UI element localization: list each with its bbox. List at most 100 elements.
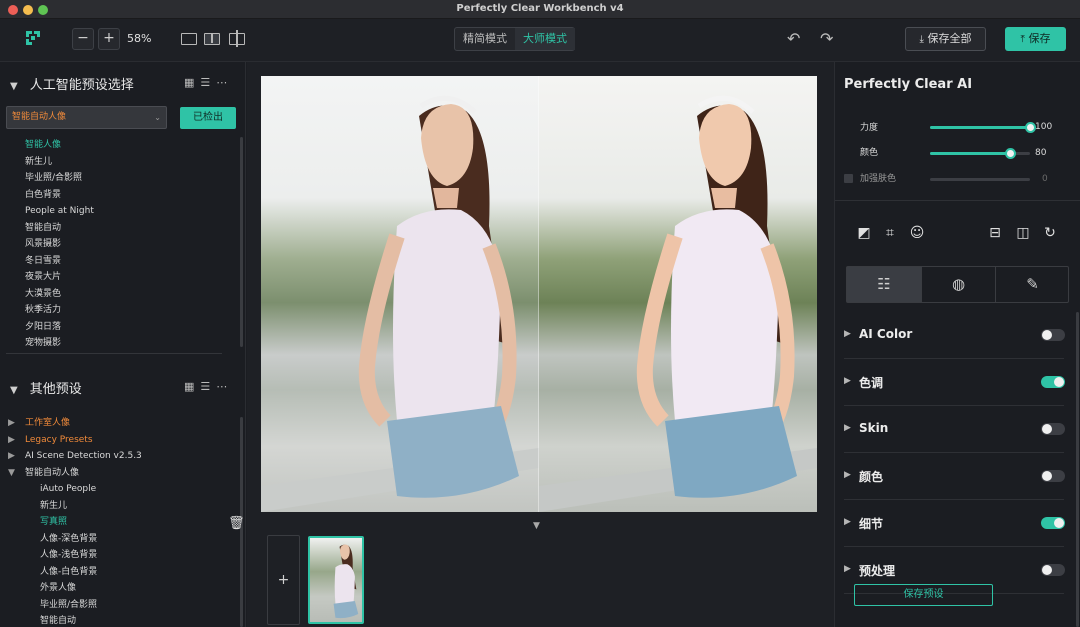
- trash-icon[interactable]: 🗑: [228, 516, 245, 531]
- adjustment-section[interactable]: ▶ 颜色: [844, 453, 1065, 500]
- preset-item[interactable]: 宠物摄影: [25, 335, 94, 352]
- after-portrait: [539, 95, 817, 512]
- ai-preset-section-header[interactable]: ▼ 人工智能预设选择: [10, 74, 134, 93]
- tree-item[interactable]: 人像-浅色背景: [8, 547, 142, 564]
- zoom-out-button[interactable]: −: [72, 28, 94, 50]
- simple-mode-tab[interactable]: 精简模式: [455, 28, 515, 50]
- section-toggle[interactable]: [1041, 329, 1065, 341]
- section-toggle[interactable]: [1041, 423, 1065, 435]
- single-view-icon[interactable]: [181, 33, 197, 45]
- expanded-icon[interactable]: ▼: [8, 465, 25, 482]
- crop-icon[interactable]: ⌗: [882, 225, 898, 241]
- tree-item[interactable]: iAuto People: [8, 481, 142, 498]
- tree-item-label: 工作室人像: [25, 418, 71, 428]
- tree-item[interactable]: 人像-深色背景: [8, 531, 142, 548]
- section-toggle[interactable]: [1041, 517, 1065, 529]
- undo-icon[interactable]: ↶: [787, 29, 800, 48]
- adjustment-section[interactable]: ▶ AI Color: [844, 312, 1065, 359]
- zoom-in-button[interactable]: +: [98, 28, 120, 50]
- tree-item[interactable]: 外景人像: [8, 580, 142, 597]
- ai-preset-view-icons[interactable]: ▦☰⋯: [184, 76, 233, 89]
- section-toggle[interactable]: [1041, 376, 1065, 388]
- ai-preset-list: 智能人像 新生儿 毕业照/合影照 白色背景 People at Night 智能自动 风景摄…: [25, 137, 94, 352]
- preset-item[interactable]: 秋季活力: [25, 302, 94, 319]
- collapse-filmstrip-icon[interactable]: ▼: [533, 521, 540, 531]
- section-toggle[interactable]: [1041, 564, 1065, 576]
- preset-item[interactable]: 白色背景: [25, 187, 94, 204]
- panel-divider: [835, 200, 1080, 201]
- adjustment-section[interactable]: ▶ Skin: [844, 406, 1065, 453]
- window-title: Perfectly Clear Workbench v4: [456, 3, 624, 14]
- retouch-tab-icon[interactable]: ✎: [995, 267, 1069, 302]
- compare-view-icon[interactable]: [229, 30, 245, 47]
- adjustments-tab-icon[interactable]: ☷: [847, 267, 921, 302]
- preset-item[interactable]: 夕阳日落: [25, 319, 94, 336]
- save-preset-button[interactable]: 保存预设: [854, 584, 993, 606]
- image-canvas[interactable]: [261, 76, 817, 512]
- split-view-icon[interactable]: [204, 33, 220, 45]
- flip-vertical-icon[interactable]: ⊟: [987, 225, 1003, 241]
- save-all-button[interactable]: ⤓ 保存全部: [905, 27, 986, 51]
- tree-item[interactable]: ▼ 智能自动人像: [8, 465, 142, 482]
- enhance-skin-label: 加强肤色: [860, 174, 897, 184]
- looks-tab-icon[interactable]: ◍: [921, 267, 995, 302]
- tree-item[interactable]: ▶ AI Scene Detection v2.5.3: [8, 448, 142, 465]
- section-toggle[interactable]: [1041, 470, 1065, 482]
- curves-icon[interactable]: ◩: [856, 225, 872, 241]
- tree-item[interactable]: 写真照: [8, 514, 142, 531]
- preset-item[interactable]: 毕业照/合影照: [25, 170, 94, 187]
- preset-item[interactable]: 大漠景色: [25, 286, 94, 303]
- tree-item[interactable]: 毕业照/合影照: [8, 597, 142, 614]
- strength-label: 力度: [860, 123, 879, 133]
- tree-item[interactable]: 智能自动: [8, 613, 142, 627]
- master-mode-tab[interactable]: 大师模式: [515, 28, 575, 50]
- face-icon[interactable]: ☺: [909, 225, 925, 241]
- tree-item[interactable]: ▶ 工作室人像: [8, 415, 142, 432]
- right-panel-scrollbar[interactable]: [1076, 312, 1079, 627]
- other-preset-view-icons[interactable]: ▦☰⋯: [184, 380, 233, 393]
- adjustment-section[interactable]: ▶ 色调: [844, 359, 1065, 406]
- save-label: 保存: [1028, 32, 1051, 45]
- preset-item[interactable]: 智能自动: [25, 220, 94, 237]
- preset-item[interactable]: 新生儿: [25, 154, 94, 171]
- enhance-skin-slider[interactable]: [930, 178, 1030, 181]
- expand-icon[interactable]: ▶: [844, 517, 851, 527]
- expand-icon[interactable]: ▶: [844, 470, 851, 480]
- adjustment-section[interactable]: ▶ 细节: [844, 500, 1065, 547]
- collapsed-icon[interactable]: ▶: [8, 448, 25, 465]
- panel-title: Perfectly Clear AI: [844, 77, 973, 92]
- expand-icon[interactable]: ▶: [844, 376, 851, 386]
- tree-item-label: 外景人像: [40, 583, 77, 593]
- tree-item[interactable]: 新生儿: [8, 498, 142, 515]
- expand-icon[interactable]: ▶: [844, 564, 851, 574]
- compare-divider[interactable]: [538, 76, 539, 512]
- tree-item[interactable]: ▶ Legacy Presets: [8, 432, 142, 449]
- collapsed-icon[interactable]: ▶: [8, 432, 25, 449]
- preset-item[interactable]: 夜景大片: [25, 269, 94, 286]
- slider-knob[interactable]: [1005, 148, 1016, 159]
- enhance-skin-checkbox[interactable]: [844, 174, 853, 183]
- expand-icon[interactable]: ▶: [844, 329, 851, 339]
- chevron-down-icon: ⌄: [154, 113, 161, 122]
- other-preset-section-header[interactable]: ▼ 其他预设: [10, 378, 82, 397]
- strength-slider[interactable]: [930, 122, 1036, 133]
- preset-item[interactable]: 冬日雪景: [25, 253, 94, 270]
- color-slider[interactable]: [930, 148, 1030, 159]
- tree-item[interactable]: 人像-白色背景: [8, 564, 142, 581]
- ai-preset-scrollbar[interactable]: [240, 137, 243, 347]
- tree-item-label: 人像-浅色背景: [40, 550, 98, 560]
- collapsed-icon[interactable]: ▶: [8, 415, 25, 432]
- redo-icon[interactable]: ↷: [820, 29, 833, 48]
- ai-preset-dropdown[interactable]: 智能自动人像 ⌄: [6, 106, 167, 129]
- add-image-button[interactable]: +: [267, 535, 300, 625]
- preset-item[interactable]: 智能人像: [25, 137, 94, 154]
- detected-button[interactable]: 已检出: [180, 107, 236, 129]
- rotate-icon[interactable]: ↻: [1042, 225, 1058, 241]
- flip-horizontal-icon[interactable]: ◫: [1015, 225, 1031, 241]
- image-thumbnail[interactable]: [308, 536, 364, 624]
- preset-item[interactable]: 风景摄影: [25, 236, 94, 253]
- save-button[interactable]: ⤒ 保存: [1005, 27, 1066, 51]
- section-label: 细节: [859, 517, 884, 531]
- preset-item[interactable]: People at Night: [25, 203, 94, 220]
- expand-icon[interactable]: ▶: [844, 423, 851, 433]
